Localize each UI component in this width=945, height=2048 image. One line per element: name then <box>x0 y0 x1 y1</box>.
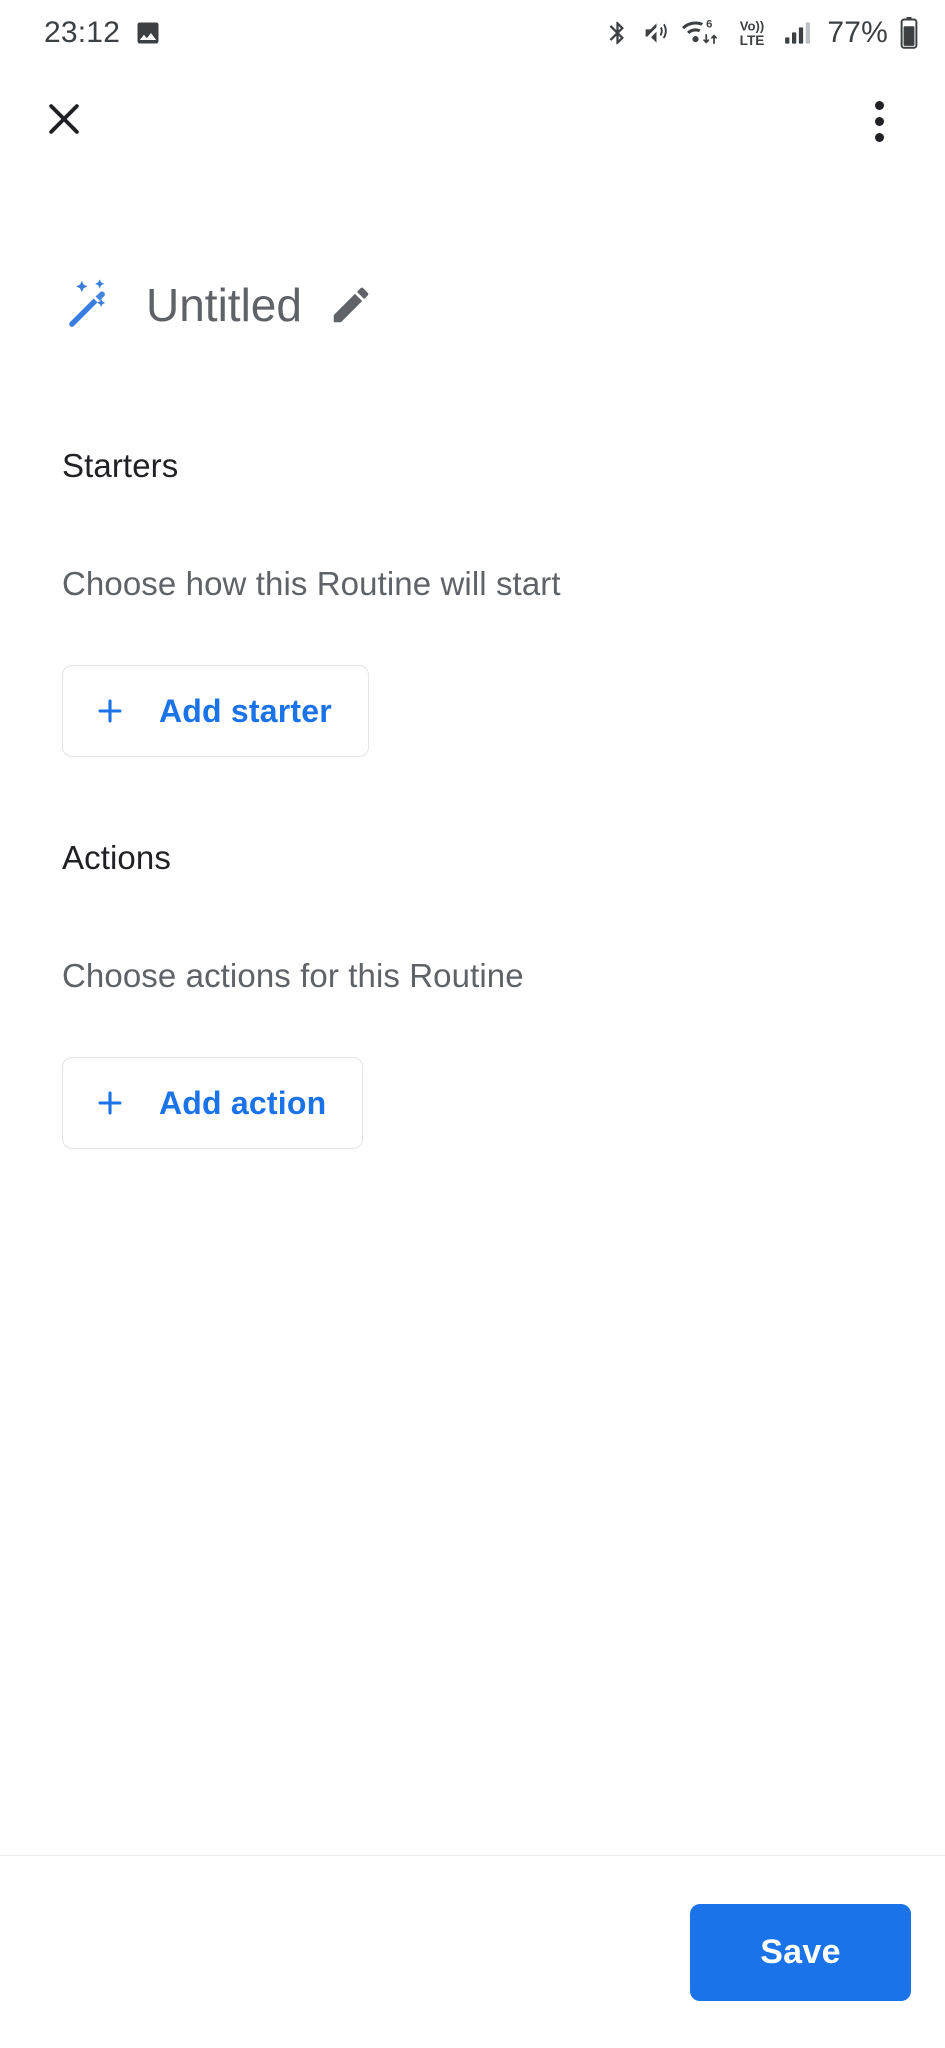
actions-section: Actions Choose actions for this Routine … <box>0 839 945 1149</box>
magic-wand-icon <box>62 276 120 334</box>
svg-text:6: 6 <box>706 18 712 30</box>
svg-text:LTE: LTE <box>740 33 765 48</box>
app-bar <box>0 66 945 176</box>
plus-icon <box>93 1086 127 1120</box>
starters-subtitle: Choose how this Routine will start <box>62 565 561 602</box>
routine-editor-content: Untitled Starters Choose how this Routin… <box>0 176 945 1149</box>
add-starter-button[interactable]: Add starter <box>62 665 369 757</box>
bottom-action-bar: Save <box>0 1855 945 2048</box>
app-screen: 23:12 6 Vo)) LTE 77% Untitled Starters C… <box>0 0 945 2048</box>
volte-icon: Vo)) LTE <box>733 17 771 49</box>
status-bar-clock: 23:12 <box>44 16 121 49</box>
wifi-6-data-icon: 6 <box>682 17 722 49</box>
battery-percent-label: 77% <box>827 16 888 49</box>
volume-mute-icon <box>642 18 671 48</box>
save-button[interactable]: Save <box>690 1903 911 2001</box>
add-action-button[interactable]: Add action <box>62 1057 364 1149</box>
add-action-label: Add action <box>159 1084 327 1121</box>
overflow-menu-button[interactable] <box>843 85 915 157</box>
close-icon <box>42 97 86 146</box>
more-vert-icon <box>874 100 884 142</box>
add-action-button-wrap: Add action <box>62 1057 945 1149</box>
svg-text:Vo)): Vo)) <box>740 19 764 34</box>
starters-heading: Starters <box>62 447 179 484</box>
add-starter-button-wrap: Add starter <box>62 665 945 757</box>
close-button[interactable] <box>28 85 100 157</box>
actions-heading: Actions <box>62 839 171 876</box>
actions-subtitle: Choose actions for this Routine <box>62 957 524 994</box>
image-icon <box>134 19 162 47</box>
status-bar-left: 23:12 <box>44 16 162 50</box>
pencil-edit-icon[interactable] <box>328 282 374 328</box>
status-bar: 23:12 6 Vo)) LTE 77% <box>0 0 945 66</box>
add-starter-label: Add starter <box>159 692 332 729</box>
cellular-signal-icon <box>782 18 812 48</box>
routine-title: Untitled <box>146 279 302 331</box>
battery-icon <box>899 17 919 49</box>
routine-title-row: Untitled <box>0 176 945 334</box>
plus-icon <box>93 694 127 728</box>
bluetooth-icon <box>604 18 631 48</box>
status-bar-right: 6 Vo)) LTE 77% <box>604 16 919 50</box>
starters-section: Starters Choose how this Routine will st… <box>0 447 945 757</box>
